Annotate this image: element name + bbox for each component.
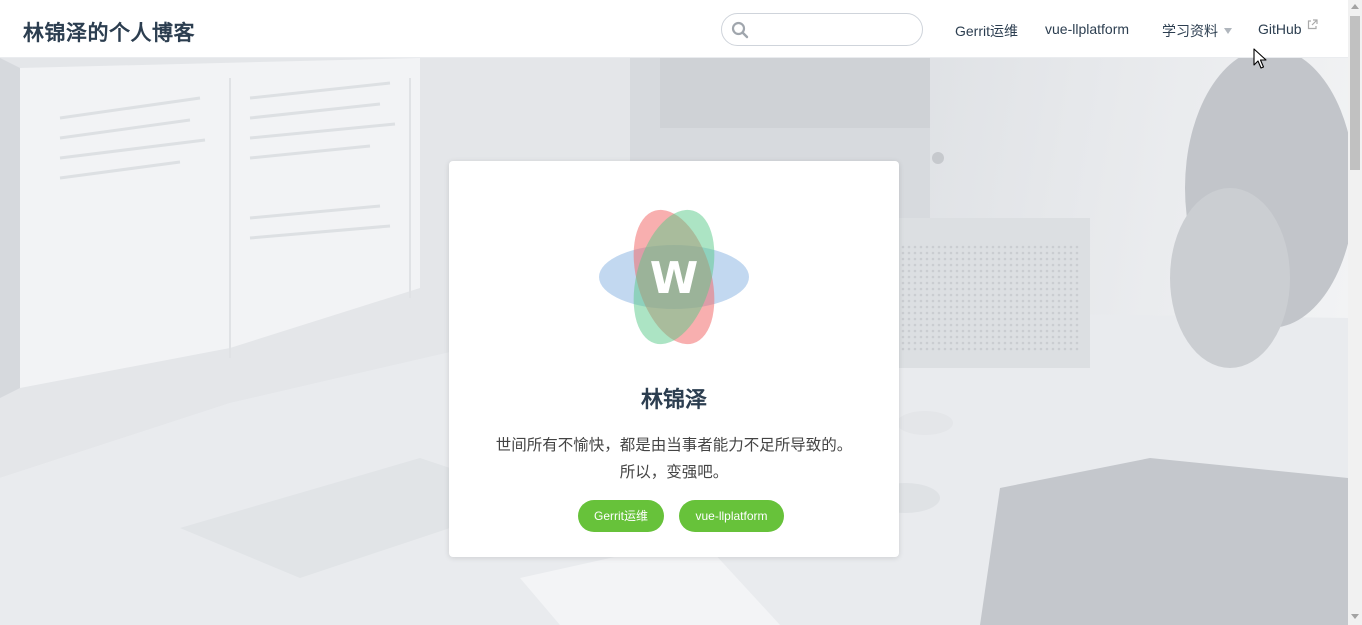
external-link-icon <box>1307 19 1318 30</box>
gerrit-button[interactable]: Gerrit运维 <box>578 500 664 532</box>
vue-llplatform-button[interactable]: vue-llplatform <box>679 500 784 532</box>
logo-letter: W <box>650 253 699 304</box>
mouse-cursor-icon <box>1253 48 1267 69</box>
nav-dropdown-study-materials-label: 学习资料 <box>1162 23 1218 39</box>
search-input[interactable] <box>756 18 920 43</box>
site-title[interactable]: 林锦泽的个人博客 <box>23 17 195 47</box>
chevron-down-icon <box>1224 28 1232 35</box>
nav-link-gerrit[interactable]: Gerrit运维 <box>955 21 1018 41</box>
vue-llplatform-button-label: vue-llplatform <box>695 509 768 523</box>
profile-motto-line-1: 世间所有不愉快，都是由当事者能力不足所导致的。 <box>495 437 853 454</box>
nav-link-github-label: GitHub <box>1258 21 1302 37</box>
logo-icon: W <box>599 209 749 345</box>
top-navbar: 林锦泽的个人博客 Gerrit运维 vue-llplatform 学习资料 Gi… <box>0 0 1348 58</box>
scroll-thumb[interactable] <box>1350 16 1360 170</box>
profile-motto-line-2: 所以，变强吧。 <box>619 464 729 481</box>
nav-link-vue-llplatform-label: vue-llplatform <box>1045 21 1130 37</box>
scroll-up-icon[interactable] <box>1351 4 1359 9</box>
nav-link-vue-llplatform[interactable]: vue-llplatform <box>1045 21 1129 37</box>
nav-dropdown-study-materials[interactable]: 学习资料 <box>1162 21 1232 41</box>
gerrit-button-label: Gerrit运维 <box>593 509 648 523</box>
profile-name: 林锦泽 <box>640 387 707 412</box>
profile-motto: 世间所有不愉快，都是由当事者能力不足所导致的。 所以，变强吧。 <box>474 432 874 486</box>
profile-card: W 林锦泽 世间所有不愉快，都是由当事者能力不足所导致的。 所以，变强吧。 Ge… <box>449 161 899 557</box>
nav-link-github[interactable]: GitHub <box>1258 19 1318 37</box>
scroll-down-icon[interactable] <box>1351 614 1359 619</box>
nav-link-gerrit-label: Gerrit运维 <box>955 23 1018 39</box>
search-icon <box>731 21 749 39</box>
page-scrollbar[interactable] <box>1348 0 1362 625</box>
search-box[interactable] <box>721 13 923 46</box>
